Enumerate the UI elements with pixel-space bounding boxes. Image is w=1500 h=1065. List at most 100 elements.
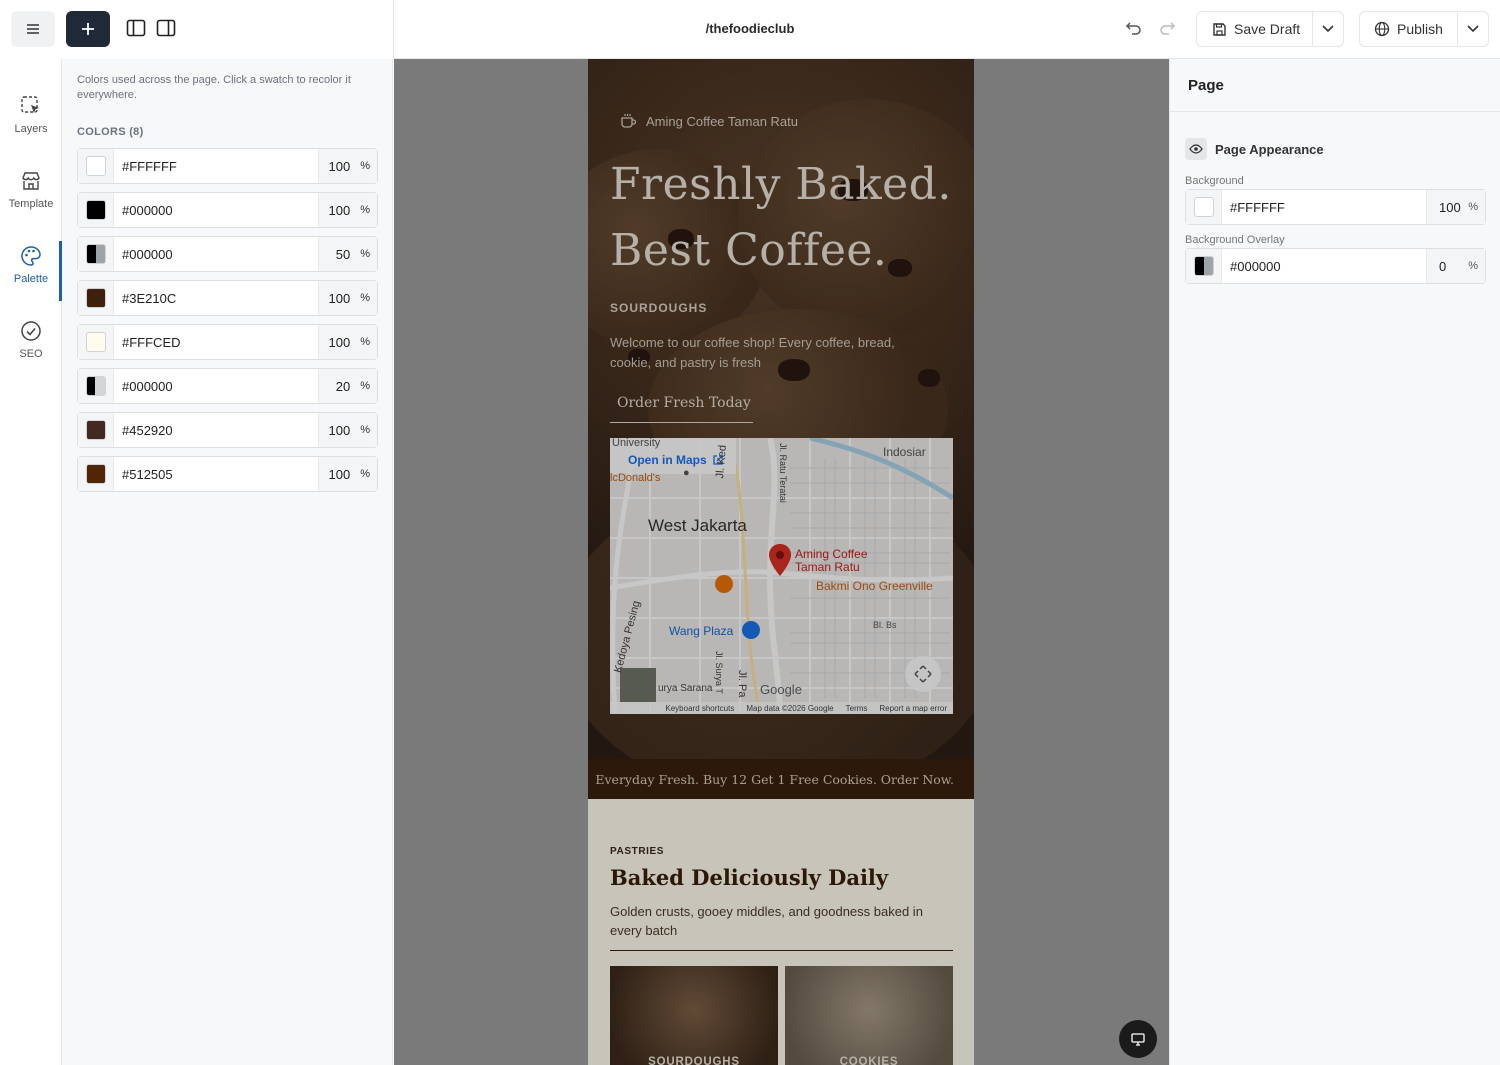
color-row[interactable]: #000000 20% <box>77 368 378 404</box>
opacity-value: 50 <box>335 246 351 262</box>
open-in-maps-label: Open in Maps <box>628 453 707 467</box>
background-label: Background <box>1185 175 1244 187</box>
palette-panel: Colors used across the page. Click a swa… <box>62 59 393 1065</box>
color-swatch-button[interactable] <box>78 369 114 403</box>
color-swatch-button[interactable] <box>78 281 114 315</box>
chevron-down-icon <box>1467 25 1479 33</box>
hero-section[interactable]: Aming Coffee Taman Ratu Freshly Baked. B… <box>588 59 974 759</box>
publish-button[interactable]: Publish <box>1360 12 1457 46</box>
overlay-swatch-button[interactable] <box>1186 249 1222 283</box>
page-appearance-header[interactable]: Page Appearance <box>1185 138 1324 160</box>
color-row[interactable]: #FFFCED 100% <box>77 324 378 360</box>
hero-intro: Welcome to our coffee shop! Every coffee… <box>610 335 895 370</box>
color-hex-field[interactable]: #000000 <box>114 247 318 262</box>
background-color-field[interactable]: #FFFFFF 100% <box>1185 189 1486 225</box>
rail-item-layers[interactable]: Layers <box>0 95 62 155</box>
background-swatch-button[interactable] <box>1186 190 1222 224</box>
color-opacity-field[interactable]: 20% <box>318 369 377 403</box>
color-opacity-field[interactable]: 100% <box>318 457 377 491</box>
rail-item-seo[interactable]: SEO <box>0 320 62 380</box>
brand-logo[interactable]: Aming Coffee Taman Ratu <box>620 113 798 129</box>
color-swatch-button[interactable] <box>78 237 114 271</box>
percent-sign: % <box>360 468 370 480</box>
open-in-maps-link[interactable]: Open in Maps <box>628 453 724 467</box>
color-hex-field[interactable]: #452920 <box>114 423 318 438</box>
redo-button[interactable] <box>1157 18 1179 40</box>
color-swatch-button[interactable] <box>78 149 114 183</box>
add-element-button[interactable] <box>66 11 110 47</box>
color-hex-field[interactable]: #512505 <box>114 467 318 482</box>
color-row[interactable]: #FFFFFF 100% <box>77 148 378 184</box>
site-preview[interactable]: Aming Coffee Taman Ratu Freshly Baked. B… <box>588 59 974 1065</box>
publish-options-dropdown[interactable] <box>1457 12 1488 46</box>
toggle-right-panel-button[interactable] <box>155 17 177 39</box>
category-card-cookies[interactable]: COOKIES <box>785 966 953 1065</box>
editor-canvas: Aming Coffee Taman Ratu Freshly Baked. B… <box>394 59 1169 1065</box>
color-hex-field[interactable]: #FFFCED <box>114 335 318 350</box>
color-swatch-button[interactable] <box>78 457 114 491</box>
left-rail: Layers Template Palette SEO <box>0 59 62 1065</box>
palette-icon <box>21 246 41 266</box>
save-options-dropdown[interactable] <box>1312 12 1343 46</box>
rail-item-template[interactable]: Template <box>0 170 62 230</box>
color-swatch <box>85 332 106 352</box>
color-swatch-button[interactable] <box>78 413 114 447</box>
color-row[interactable]: #512505 100% <box>77 456 378 492</box>
color-opacity-field[interactable]: 100% <box>318 149 377 183</box>
top-bar-left <box>0 0 393 59</box>
map-label-west-jakarta: West Jakarta <box>648 516 747 535</box>
color-row[interactable]: #000000 50% <box>77 236 378 272</box>
pan-arrows-icon <box>914 665 932 683</box>
publish-group: Publish <box>1359 11 1489 47</box>
toggle-left-panel-button[interactable] <box>125 17 147 39</box>
save-draft-label: Save Draft <box>1234 21 1301 37</box>
overlay-hex[interactable]: #000000 <box>1222 259 1426 274</box>
order-fresh-cta[interactable]: Order Fresh Today <box>610 389 753 423</box>
undo-button[interactable] <box>1124 18 1146 40</box>
color-hex-field[interactable]: #3E210C <box>114 291 318 306</box>
color-swatch-button[interactable] <box>78 325 114 359</box>
pastries-kicker: PASTRIES <box>610 846 665 857</box>
menu-button[interactable] <box>11 11 55 47</box>
color-swatch-button[interactable] <box>78 193 114 227</box>
shopping-marker-icon <box>742 621 760 639</box>
color-row[interactable]: #3E210C 100% <box>77 280 378 316</box>
promo-banner[interactable]: Everyday Fresh. Buy 12 Get 1 Free Cookie… <box>588 759 974 799</box>
sidebar-right-icon <box>156 19 176 37</box>
overlay-color-field[interactable]: #000000 0% <box>1185 248 1486 284</box>
color-opacity-field[interactable]: 100% <box>318 413 377 447</box>
map-report-error-link[interactable]: Report a map error <box>879 704 947 713</box>
color-opacity-field[interactable]: 100% <box>318 281 377 315</box>
color-hex-field[interactable]: #FFFFFF <box>114 159 318 174</box>
map-label-wang-plaza: Wang Plaza <box>669 624 734 638</box>
color-swatch <box>1193 197 1214 217</box>
rail-label-template: Template <box>8 198 54 210</box>
color-hex-field[interactable]: #000000 <box>114 379 318 394</box>
percent-sign: % <box>360 248 370 260</box>
rail-item-palette[interactable]: Palette <box>0 241 62 305</box>
color-row[interactable]: #000000 100% <box>77 192 378 228</box>
map-pan-control[interactable] <box>905 656 941 692</box>
color-opacity-field[interactable]: 100% <box>318 193 377 227</box>
background-hex[interactable]: #FFFFFF <box>1222 200 1426 215</box>
color-row[interactable]: #452920 100% <box>77 412 378 448</box>
rail-label-seo: SEO <box>19 348 43 360</box>
map-label-aming-coffee: Aming Coffee <box>795 547 868 561</box>
embedded-map[interactable]: Open in Maps University lcDonald's ● Jl.… <box>610 438 953 714</box>
color-hex-field[interactable]: #000000 <box>114 203 318 218</box>
color-opacity-field[interactable]: 100% <box>318 325 377 359</box>
category-card-sourdoughs[interactable]: SOURDOUGHS <box>610 966 778 1065</box>
device-preview-button[interactable] <box>1119 1020 1157 1058</box>
map-terms-link[interactable]: Terms <box>846 704 868 713</box>
color-swatch <box>85 156 106 176</box>
map-data-credit: Map data ©2026 Google <box>746 703 834 713</box>
overlay-opacity[interactable]: 0% <box>1426 249 1485 283</box>
color-opacity-field[interactable]: 50% <box>318 237 377 271</box>
color-swatch <box>85 288 106 308</box>
publish-label: Publish <box>1397 21 1443 37</box>
background-opacity[interactable]: 100% <box>1426 190 1485 224</box>
map-label-bakmi: Bakmi Ono Greenville <box>816 579 933 593</box>
map-keyboard-shortcuts[interactable]: Keyboard shortcuts <box>665 704 734 713</box>
save-draft-button[interactable]: Save Draft <box>1197 12 1312 46</box>
save-draft-group: Save Draft <box>1196 11 1344 47</box>
